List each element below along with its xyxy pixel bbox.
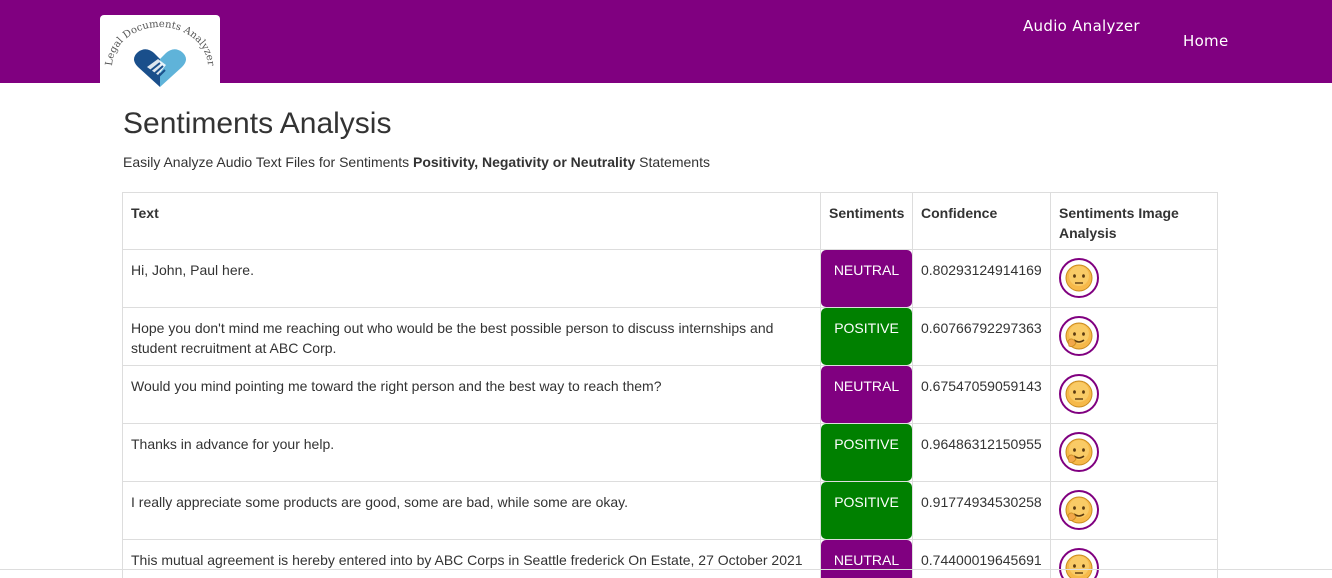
page-subtitle: Easily Analyze Audio Text Files for Sent…: [123, 154, 710, 170]
column-header-sentiments: Sentiments: [820, 192, 913, 250]
table-header-row: Text Sentiments Confidence Sentiments Im…: [122, 192, 1218, 250]
row-image-analysis: [1050, 307, 1218, 366]
row-confidence: 0.80293124914169: [912, 249, 1051, 308]
row-sentiment-cell: POSITIVE: [820, 423, 913, 482]
table-row: Thanks in advance for your help. POSITIVE…: [122, 423, 1218, 482]
positive-face-icon: [1059, 316, 1099, 356]
row-image-analysis: [1050, 249, 1218, 308]
nav-home-link[interactable]: Home: [1183, 32, 1229, 50]
page-title: Sentiments Analysis: [123, 107, 392, 140]
column-header-image-analysis: Sentiments Image Analysis: [1050, 192, 1218, 250]
subtitle-text: Easily Analyze Audio Text Files for Sent…: [123, 154, 413, 170]
positive-face-icon: [1059, 432, 1099, 472]
row-image-analysis: [1050, 365, 1218, 424]
row-image-analysis: [1050, 481, 1218, 540]
row-text: Hi, John, Paul here.: [122, 249, 821, 308]
row-confidence: 0.91774934530258: [912, 481, 1051, 540]
table-row: Hi, John, Paul here. NEUTRAL 0.80293124914…: [122, 249, 1218, 308]
row-image-analysis: [1050, 539, 1218, 578]
row-confidence: 0.74400019645691: [912, 539, 1051, 578]
row-text: Would you mind pointing me toward the ri…: [122, 365, 821, 424]
row-sentiment-cell: POSITIVE: [820, 307, 913, 366]
row-sentiment-cell: POSITIVE: [820, 481, 913, 540]
sentiment-results-table: Text Sentiments Confidence Sentiments Im…: [122, 192, 1218, 578]
page-bottom-divider: [0, 569, 1332, 570]
top-navbar: Legal Documents Analyzer Audio Analyzer …: [0, 0, 1332, 88]
brand-logo[interactable]: Legal Documents Analyzer: [100, 15, 220, 88]
row-text: Hope you don't mind me reaching out who …: [122, 307, 821, 366]
neutral-face-icon: [1059, 548, 1099, 578]
column-header-text: Text: [122, 192, 821, 250]
sentiment-badge: NEUTRAL: [821, 250, 912, 307]
table-row: Hope you don't mind me reaching out who …: [122, 307, 1218, 366]
sentiment-badge: POSITIVE: [821, 424, 912, 481]
sentiment-badge: POSITIVE: [821, 482, 912, 539]
row-image-analysis: [1050, 423, 1218, 482]
row-confidence: 0.96486312150955: [912, 423, 1051, 482]
sentiment-badge: NEUTRAL: [821, 540, 912, 578]
neutral-face-icon: [1059, 374, 1099, 414]
table-row: This mutual agreement is hereby entered …: [122, 539, 1218, 578]
table-row: Would you mind pointing me toward the ri…: [122, 365, 1218, 424]
table-row: I really appreciate some products are go…: [122, 481, 1218, 540]
subtitle-text-end: Statements: [635, 154, 710, 170]
neutral-face-icon: [1059, 258, 1099, 298]
row-sentiment-cell: NEUTRAL: [820, 539, 913, 578]
row-confidence: 0.67547059059143: [912, 365, 1051, 424]
row-sentiment-cell: NEUTRAL: [820, 365, 913, 424]
row-confidence: 0.60766792297363: [912, 307, 1051, 366]
positive-face-icon: [1059, 490, 1099, 530]
subtitle-emphasis: Positivity, Negativity or Neutrality: [413, 154, 636, 170]
row-text: This mutual agreement is hereby entered …: [122, 539, 821, 578]
column-header-confidence: Confidence: [912, 192, 1051, 250]
row-text: I really appreciate some products are go…: [122, 481, 821, 540]
nav-audio-analyzer-link[interactable]: Audio Analyzer: [1023, 17, 1140, 35]
sentiment-badge: POSITIVE: [821, 308, 912, 365]
row-sentiment-cell: NEUTRAL: [820, 249, 913, 308]
handshake-logo-icon: Legal Documents Analyzer: [104, 19, 216, 87]
row-text: Thanks in advance for your help.: [122, 423, 821, 482]
sentiment-badge: NEUTRAL: [821, 366, 912, 423]
